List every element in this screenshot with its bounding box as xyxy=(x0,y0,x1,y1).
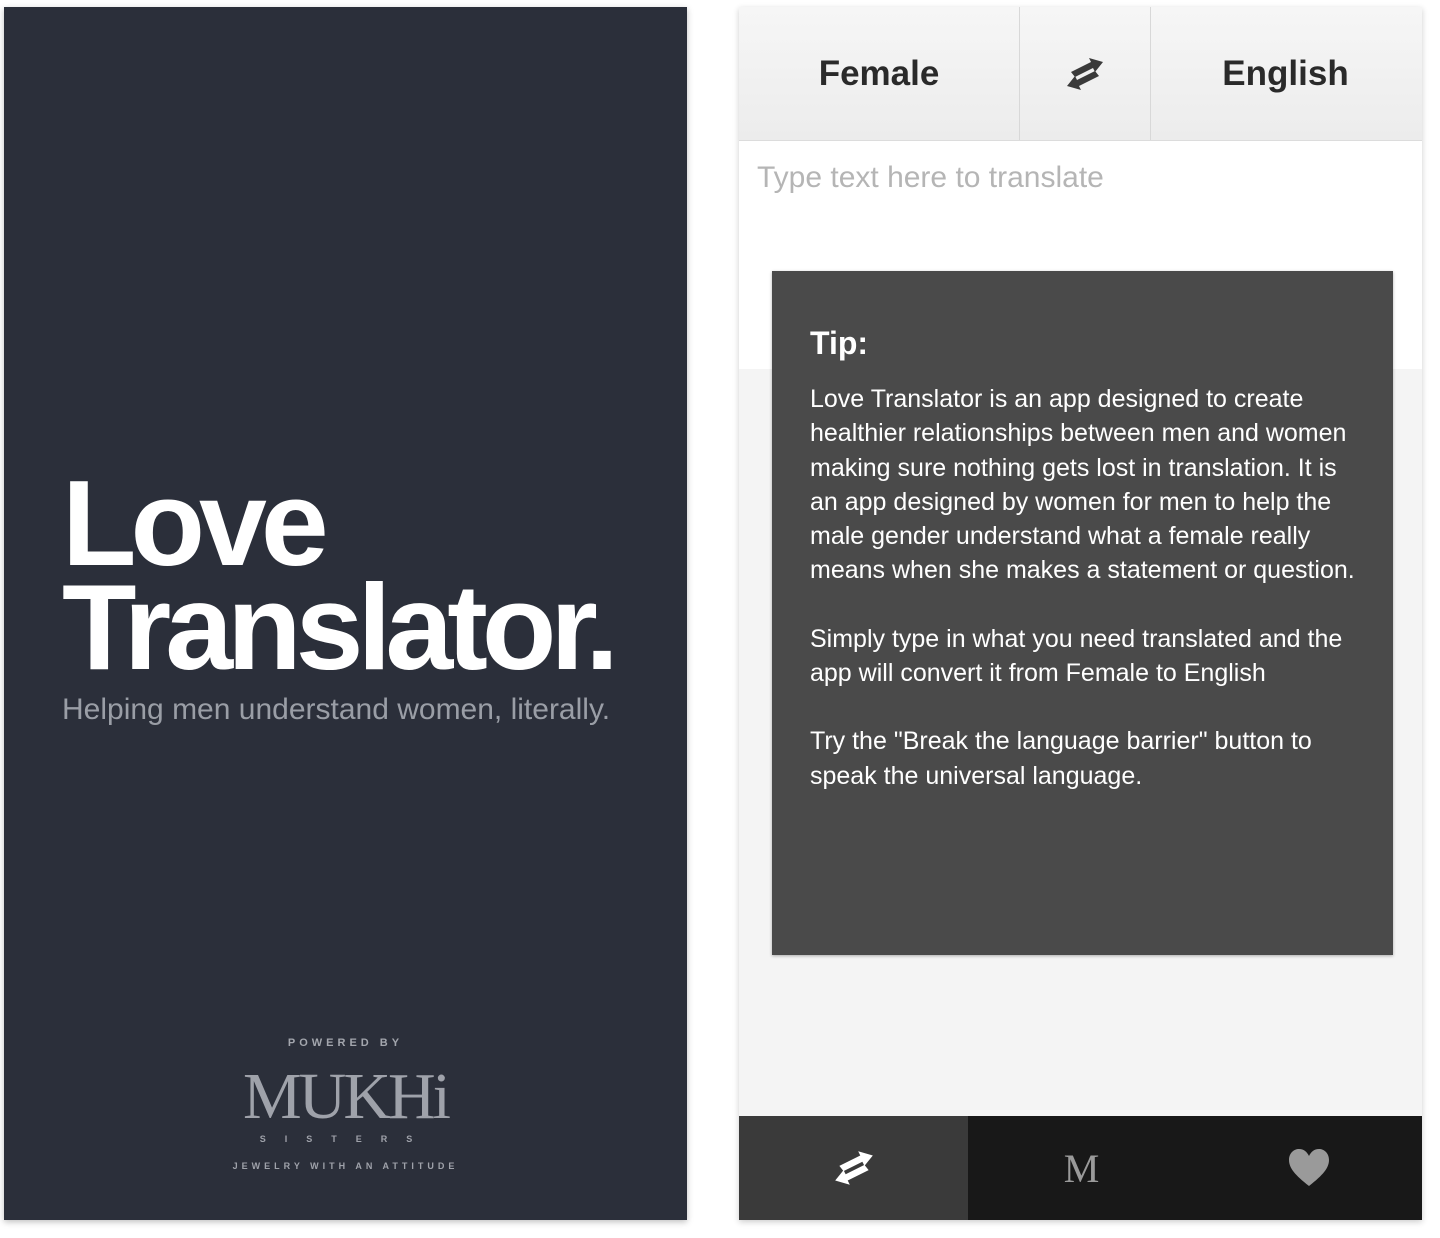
mukhi-logo-subtitle: SISTERS xyxy=(259,1134,432,1144)
tip-paragraph: Simply type in what you need translated … xyxy=(810,624,1343,688)
tip-overlay: Tip: Love Translator is an app designed … xyxy=(772,271,1393,955)
target-language-button[interactable]: English xyxy=(1149,7,1422,140)
swap-arrows-icon xyxy=(1067,57,1103,90)
mukhi-m-icon: M xyxy=(1063,1145,1100,1191)
screenshot-composite: Love Translator. Helping men understand … xyxy=(0,0,1440,1238)
app-title: Love Translator. xyxy=(62,462,619,695)
tip-title: Tip: xyxy=(810,325,869,361)
tip-paragraph: Try the "Break the language barrier" but… xyxy=(810,727,1312,790)
heart-icon xyxy=(1288,1149,1329,1186)
bottom-tab-bar: M xyxy=(739,1116,1422,1220)
swap-languages-button[interactable] xyxy=(1019,7,1151,140)
language-bar: Female English xyxy=(739,7,1422,141)
splash-screen: Love Translator. Helping men understand … xyxy=(4,7,687,1220)
swap-arrows-icon xyxy=(834,1151,873,1185)
target-language-label: English xyxy=(1222,53,1349,93)
mukhi-slogan: JEWELRY WITH AN ATTITUDE xyxy=(232,1161,459,1171)
translator-screen: Female English Tip: Love Translator is a… xyxy=(739,7,1422,1220)
source-language-label: Female xyxy=(818,53,940,93)
app-title-line-2: Translator. xyxy=(62,559,619,695)
tab-love[interactable] xyxy=(1195,1116,1422,1220)
mukhi-logo: MUKHi xyxy=(242,1060,451,1133)
tab-translate[interactable] xyxy=(739,1116,968,1220)
app-tagline: Helping men understand women, literally. xyxy=(62,693,611,726)
source-language-button[interactable]: Female xyxy=(739,7,1019,140)
powered-by-label: POWERED BY xyxy=(287,1037,404,1049)
tab-mukhi[interactable]: M xyxy=(968,1116,1195,1220)
tip-paragraph: Love Translator is an app designed to cr… xyxy=(810,385,1355,585)
